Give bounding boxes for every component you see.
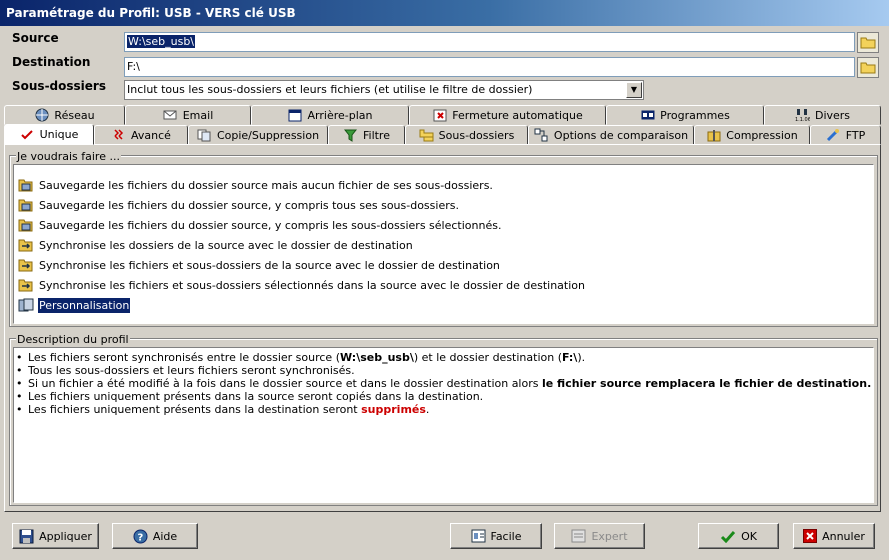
option-item[interactable]: Sauvegarde les fichiers du dossier sourc…	[18, 176, 494, 194]
source-browse-button[interactable]	[857, 32, 879, 53]
close-icon	[803, 529, 818, 543]
expert-mode-button: Expert	[554, 523, 645, 549]
tab-fermeture-automatique[interactable]: Fermeture automatique	[409, 105, 606, 125]
tab-divers[interactable]: 1.1.06 Divers	[764, 105, 881, 125]
advanced-icon	[111, 128, 126, 142]
source-value: W:\seb_usb\	[127, 35, 196, 48]
chevron-down-icon[interactable]: ▼	[626, 82, 642, 98]
tab-label: Filtre	[362, 128, 390, 142]
tab-filtre[interactable]: Filtre	[328, 125, 405, 145]
title-bar: Paramétrage du Profil: USB - VERS clé US…	[0, 0, 889, 26]
compare-icon	[534, 128, 549, 142]
sync-icon	[18, 259, 33, 272]
tab-label: Divers	[814, 108, 851, 122]
ftp-icon	[826, 128, 841, 142]
easy-mode-icon	[471, 529, 485, 543]
description-line: Les fichiers uniquement présents dans la…	[14, 403, 873, 416]
tab-label: Avancé	[131, 128, 171, 142]
destination-value: F:\	[127, 60, 140, 73]
options-group: Je voudrais faire ... Sauvegarde les fic…	[9, 150, 878, 327]
tab-label: Unique	[39, 128, 79, 141]
subfolders-value: Inclut tous les sous-dossiers et leurs f…	[127, 83, 533, 96]
compression-icon	[706, 128, 721, 142]
tab-label: FTP	[845, 128, 866, 142]
option-item[interactable]: Sauvegarde les fichiers du dossier sourc…	[18, 196, 460, 214]
tab-copie-suppression[interactable]: Copie/Suppression	[188, 125, 328, 145]
custom-profile-icon	[18, 298, 34, 312]
svg-text:?: ?	[137, 532, 143, 543]
tab-label: Options de comparaison	[553, 128, 689, 142]
description-line: Les fichiers seront synchronisés entre l…	[14, 351, 873, 364]
option-item[interactable]: Sauvegarde les fichiers du dossier sourc…	[18, 216, 502, 234]
folder-icon	[860, 37, 876, 49]
sync-icon	[18, 239, 33, 252]
tab-unique[interactable]: Unique	[4, 124, 94, 145]
option-item[interactable]: Synchronise les fichiers et sous-dossier…	[18, 276, 586, 294]
backup-icon	[18, 199, 33, 212]
tab-sous-dossiers[interactable]: Sous-dossiers	[405, 125, 528, 145]
help-button[interactable]: ? Aide	[112, 523, 198, 549]
help-icon: ?	[133, 529, 148, 543]
filter-icon	[343, 128, 358, 142]
apply-button[interactable]: Appliquer	[12, 523, 99, 549]
tab-label: Fermeture automatique	[452, 108, 583, 122]
subfolders-label: Sous-dossiers	[12, 79, 106, 93]
tab-label: Compression	[726, 128, 798, 142]
source-label: Source	[12, 31, 59, 45]
tab-compression[interactable]: Compression	[694, 125, 810, 145]
options-list: Sauvegarde les fichiers du dossier sourc…	[13, 164, 874, 324]
tab-email[interactable]: Email	[125, 105, 251, 125]
folder-icon	[860, 62, 876, 74]
tab-options-comparaison[interactable]: Options de comparaison	[528, 125, 694, 145]
description-line: Si un fichier a été modifié à la fois da…	[14, 377, 873, 390]
cancel-button[interactable]: Annuler	[793, 523, 875, 549]
tab-panel: Je voudrais faire ... Sauvegarde les fic…	[4, 144, 881, 512]
svg-text:1.1.06: 1.1.06	[795, 117, 810, 122]
description-group: Description du profil Les fichiers seron…	[9, 333, 878, 506]
destination-label: Destination	[12, 55, 91, 69]
source-input[interactable]: W:\seb_usb\	[124, 32, 855, 52]
window-icon	[288, 108, 303, 122]
programs-icon	[640, 108, 655, 122]
tab-label: Arrière-plan	[307, 108, 373, 122]
expert-mode-icon	[571, 529, 586, 543]
subfolders-select[interactable]: Inclut tous les sous-dossiers et leurs f…	[124, 80, 644, 100]
tab-avance[interactable]: Avancé	[94, 125, 188, 145]
email-icon	[163, 108, 178, 122]
option-item[interactable]: Synchronise les fichiers et sous-dossier…	[18, 256, 501, 274]
tab-label: Réseau	[54, 108, 95, 122]
checkmark-icon	[721, 530, 736, 543]
misc-icon: 1.1.06	[795, 108, 810, 122]
tab-reseau[interactable]: Réseau	[4, 105, 125, 125]
tab-programmes[interactable]: Programmes	[606, 105, 764, 125]
options-group-label: Je voudrais faire ...	[16, 150, 121, 163]
tab-label: Programmes	[660, 108, 730, 122]
window-title: Paramétrage du Profil: USB - VERS clé US…	[6, 6, 296, 20]
backup-icon	[18, 179, 33, 192]
option-item[interactable]: Synchronise les dossiers de la source av…	[18, 236, 414, 254]
tab-arriere-plan[interactable]: Arrière-plan	[251, 105, 409, 125]
network-icon	[34, 108, 49, 122]
tab-label: Copie/Suppression	[216, 128, 320, 142]
sync-icon	[18, 279, 33, 292]
tab-ftp[interactable]: FTP	[810, 125, 881, 145]
description-group-label: Description du profil	[16, 333, 130, 346]
destination-browse-button[interactable]	[857, 57, 879, 78]
easy-mode-button[interactable]: Facile	[450, 523, 542, 549]
backup-icon	[18, 219, 33, 232]
description-line: Les fichiers uniquement présents dans la…	[14, 390, 873, 403]
description-line: Tous les sous-dossiers et leurs fichiers…	[14, 364, 873, 377]
ok-button[interactable]: OK	[698, 523, 779, 549]
tab-label: Sous-dossiers	[438, 128, 515, 142]
description-box: Les fichiers seront synchronisés entre l…	[13, 347, 874, 503]
copy-delete-icon	[197, 128, 212, 142]
option-item-selected[interactable]: Personnalisation	[18, 296, 132, 314]
save-icon	[19, 529, 34, 543]
auto-close-icon	[432, 108, 447, 122]
destination-input[interactable]: F:\	[124, 57, 855, 77]
tab-label: Email	[182, 108, 214, 122]
checkmark-icon	[20, 128, 35, 142]
subfolders-icon	[419, 128, 434, 142]
